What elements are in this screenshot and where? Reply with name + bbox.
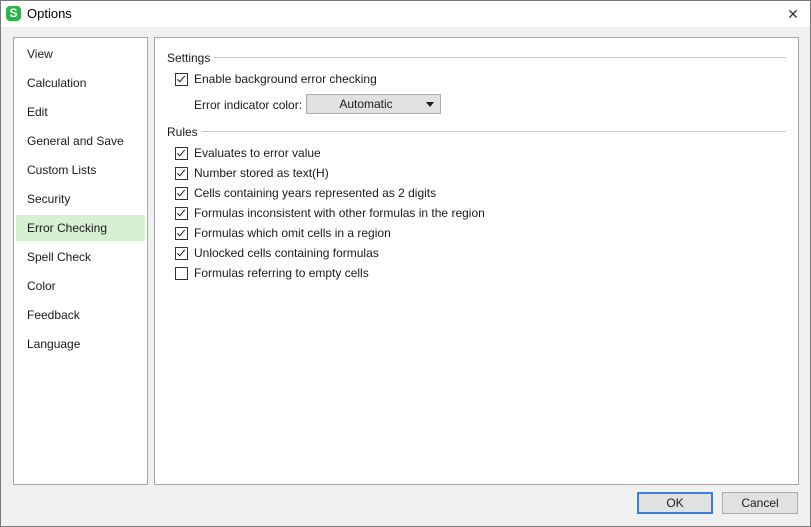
settings-section-title: Settings — [167, 51, 215, 65]
rule-checkbox[interactable] — [175, 206, 188, 220]
rule-two-digit-years[interactable]: Cells containing years represented as 2 … — [175, 185, 436, 201]
rule-omit-cells[interactable]: Formulas which omit cells in a region — [175, 225, 391, 241]
sidebar-item-security[interactable]: Security — [16, 186, 145, 212]
sidebar-item-color[interactable]: Color — [16, 273, 145, 299]
rule-checkbox[interactable] — [175, 166, 188, 180]
sidebar: View Calculation Edit General and Save C… — [13, 37, 148, 485]
background-check-checkbox[interactable] — [175, 72, 188, 86]
sidebar-item-view[interactable]: View — [16, 41, 145, 67]
indicator-color-dropdown[interactable]: Automatic — [306, 94, 441, 114]
sidebar-item-custom-lists[interactable]: Custom Lists — [16, 157, 145, 183]
rule-label: Evaluates to error value — [194, 146, 321, 160]
rule-checkbox[interactable] — [175, 246, 188, 260]
rule-empty-cells[interactable]: Formulas referring to empty cells — [175, 265, 369, 281]
sidebar-item-feedback[interactable]: Feedback — [16, 302, 145, 328]
rule-checkbox[interactable] — [175, 186, 188, 200]
options-dialog: S Options ✕ View Calculation Edit Genera… — [0, 0, 811, 527]
rule-label: Formulas referring to empty cells — [194, 266, 369, 280]
rule-label: Formulas which omit cells in a region — [194, 226, 391, 240]
background-check-label: Enable background error checking — [194, 72, 377, 86]
sidebar-item-edit[interactable]: Edit — [16, 99, 145, 125]
rule-inconsistent-formulas[interactable]: Formulas inconsistent with other formula… — [175, 205, 485, 221]
rules-divider — [167, 131, 786, 132]
sidebar-item-general-and-save[interactable]: General and Save — [16, 128, 145, 154]
sidebar-item-calculation[interactable]: Calculation — [16, 70, 145, 96]
sidebar-item-spell-check[interactable]: Spell Check — [16, 244, 145, 270]
rule-checkbox[interactable] — [175, 226, 188, 240]
rules-section-title: Rules — [167, 125, 202, 139]
indicator-color-label: Error indicator color: — [194, 98, 303, 112]
settings-divider — [167, 57, 786, 58]
sidebar-item-language[interactable]: Language — [16, 331, 145, 357]
app-logo-icon: S — [6, 6, 21, 21]
ok-button[interactable]: OK — [637, 492, 713, 514]
rule-label: Formulas inconsistent with other formula… — [194, 206, 485, 220]
indicator-color-value: Automatic — [339, 97, 393, 111]
close-button[interactable]: ✕ — [776, 1, 810, 27]
rule-label: Cells containing years represented as 2 … — [194, 186, 437, 200]
background-check-option[interactable]: Enable background error checking — [175, 71, 377, 87]
sidebar-item-error-checking[interactable]: Error Checking — [16, 215, 145, 241]
cancel-button[interactable]: Cancel — [722, 492, 798, 514]
rule-evaluates-to-error[interactable]: Evaluates to error value — [175, 145, 321, 161]
rule-label: Unlocked cells containing formulas — [194, 246, 379, 260]
rule-checkbox[interactable] — [175, 266, 188, 280]
rule-label: Number stored as text(H) — [194, 166, 329, 180]
rule-unlocked-cells[interactable]: Unlocked cells containing formulas — [175, 245, 379, 261]
rule-number-stored-as-text[interactable]: Number stored as text(H) — [175, 165, 329, 181]
window-title: Options — [27, 6, 72, 21]
chevron-down-icon — [426, 102, 434, 107]
rule-checkbox[interactable] — [175, 146, 188, 160]
error-checking-panel: Settings Enable background error checkin… — [154, 37, 799, 485]
title-bar[interactable]: S Options ✕ — [1, 1, 810, 27]
